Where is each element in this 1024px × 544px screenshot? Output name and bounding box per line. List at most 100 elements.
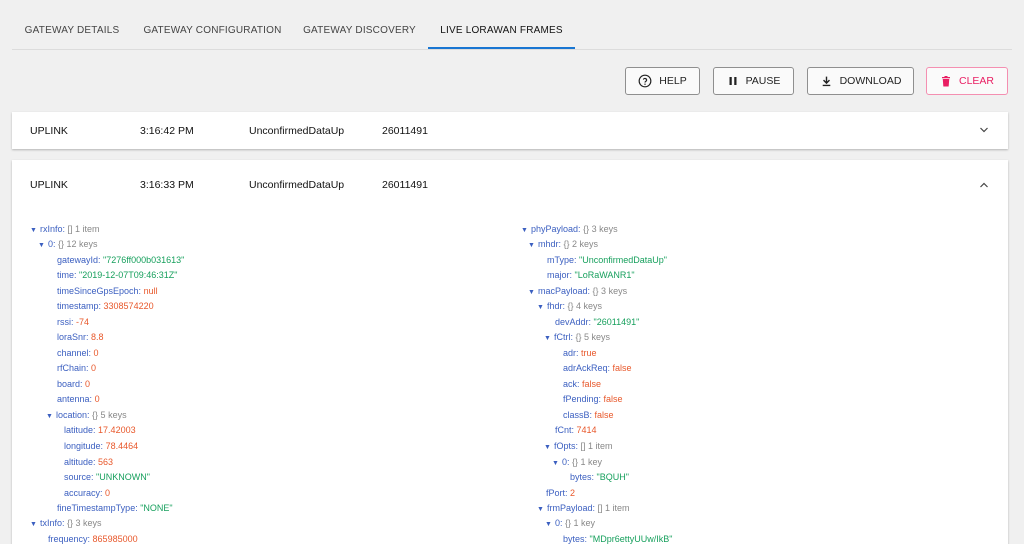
tree-value: 17.42003 [98, 425, 136, 435]
expand-icon[interactable]: ▼ [544, 333, 554, 345]
tree-node[interactable]: ▼ rxInfo: [] 1 item [30, 223, 100, 235]
tab-live-lorawan-frames[interactable]: LIVE LORAWAN FRAMES [428, 0, 575, 49]
pause-label: PAUSE [745, 75, 781, 87]
help-icon [638, 74, 652, 88]
tree-node[interactable]: ▼ 0: {} 1 key [545, 517, 595, 529]
tree-leaf: channel: 0 [57, 347, 99, 359]
tree-value: "UNKNOWN" [96, 472, 150, 482]
tree-key: devAddr: [555, 317, 592, 327]
tree-key: altitude: [64, 457, 96, 467]
tree-leaf: adr: true [563, 347, 597, 359]
tree-node[interactable]: ▼ frmPayload: [] 1 item [537, 502, 630, 514]
frame-header[interactable]: UPLINK 3:16:42 PM UnconfirmedDataUp 2601… [12, 112, 1008, 149]
tree-value: false [603, 394, 623, 404]
expand-icon[interactable]: ▼ [30, 225, 40, 237]
tab-gateway-details[interactable]: GATEWAY DETAILS [12, 0, 132, 49]
tree-key: board: [57, 379, 83, 389]
expand-icon[interactable]: ▼ [38, 240, 48, 252]
expand-icon[interactable]: ▼ [528, 240, 538, 252]
pause-button[interactable]: PAUSE [713, 67, 794, 95]
tree-key: gatewayId: [57, 255, 101, 265]
tree-leaf: ack: false [563, 378, 601, 390]
tree-meta: {} 1 key [565, 518, 596, 528]
tree-value: false [594, 410, 614, 420]
expand-icon[interactable]: ▼ [545, 519, 555, 531]
tree-meta: {} 5 keys [575, 332, 611, 342]
tree-key: fCtrl: [554, 332, 573, 342]
expand-icon[interactable]: ▼ [46, 411, 56, 423]
expand-icon[interactable]: ▼ [537, 302, 547, 314]
tree-meta: {} 3 keys [583, 224, 618, 234]
tree-leaf: devAddr: "26011491" [555, 316, 639, 328]
expand-icon[interactable]: ▼ [537, 504, 547, 516]
tree-node[interactable]: ▼ phyPayload: {} 3 keys [521, 223, 618, 235]
tree-value: 0 [91, 363, 97, 373]
chevron-down-icon[interactable] [978, 124, 990, 136]
frame-header[interactable]: UPLINK 3:16:33 PM UnconfirmedDataUp 2601… [12, 160, 1008, 210]
tree-leaf: source: "UNKNOWN" [64, 471, 150, 483]
tree-key: rssi: [57, 317, 74, 327]
tab-gateway-configuration[interactable]: GATEWAY CONFIGURATION [140, 0, 285, 49]
download-button[interactable]: DOWNLOAD [807, 67, 914, 95]
tree-leaf: fPort: 2 [546, 487, 575, 499]
tree-key: macPayload: [538, 286, 591, 296]
tree-key: time: [57, 270, 77, 280]
tree-key: txInfo: [40, 518, 65, 528]
tree-node[interactable]: ▼ fCtrl: {} 5 keys [544, 331, 610, 343]
tree-key: fPort: [546, 488, 568, 498]
tree-value: 0 [85, 379, 91, 389]
tree-key: fhdr: [547, 301, 566, 311]
tree-value: "7276ff000b031613" [103, 255, 185, 265]
tree-key: 0: [562, 457, 570, 467]
tree-leaf: accuracy: 0 [64, 487, 110, 499]
tree-node[interactable]: ▼ fOpts: [] 1 item [544, 440, 613, 452]
tree-key: bytes: [563, 534, 588, 544]
frame-card-expanded: UPLINK 3:16:33 PM UnconfirmedDataUp 2601… [12, 160, 1008, 544]
tree-value: true [581, 348, 597, 358]
tree-value: 8.8 [91, 332, 104, 342]
tree-leaf: fineTimestampType: "NONE" [57, 502, 173, 514]
tree-meta: {} 2 keys [563, 239, 599, 249]
tree-key: ack: [563, 379, 580, 389]
chevron-up-icon[interactable] [978, 179, 990, 191]
tree-key: location: [56, 410, 90, 420]
tree-leaf: mType: "UnconfirmedDataUp" [547, 254, 667, 266]
tree-value: 865985000 [92, 534, 138, 544]
tree-value: "NONE" [140, 503, 173, 513]
frame-type: UnconfirmedDataUp [249, 125, 345, 137]
tab-bar: GATEWAY DETAILS GATEWAY CONFIGURATION GA… [0, 0, 1024, 62]
tree-value: "2019-12-07T09:46:31Z" [79, 270, 178, 280]
help-label: HELP [659, 75, 687, 87]
expand-icon[interactable]: ▼ [552, 458, 562, 470]
tree-node[interactable]: ▼ mhdr: {} 2 keys [528, 238, 598, 250]
tree-leaf: timeSinceGpsEpoch: null [57, 285, 158, 297]
tree-leaf: bytes: "BQUH" [570, 471, 629, 483]
active-tab-indicator [428, 47, 575, 49]
download-icon [822, 76, 830, 86]
tree-value: "BQUH" [596, 472, 629, 482]
tree-node[interactable]: ▼ location: {} 5 keys [46, 409, 127, 421]
tree-key: rfChain: [57, 363, 89, 373]
tree-leaf: adrAckReq: false [563, 362, 632, 374]
tree-value: "MDpr6ettyUUw/IkB" [589, 534, 673, 544]
download-label: DOWNLOAD [839, 75, 902, 87]
tree-value: "LoRaWANR1" [574, 270, 635, 280]
frame-time: 3:16:33 PM [140, 179, 194, 191]
expand-icon[interactable]: ▼ [528, 287, 538, 299]
tree-key: accuracy: [64, 488, 103, 498]
expand-icon[interactable]: ▼ [544, 442, 554, 454]
tree-key: fineTimestampType: [57, 503, 138, 513]
tree-key: timestamp: [57, 301, 102, 311]
tab-gateway-discovery[interactable]: GATEWAY DISCOVERY [296, 0, 423, 49]
tree-node[interactable]: ▼ txInfo: {} 3 keys [30, 517, 102, 529]
tree-node[interactable]: ▼ 0: {} 1 key [552, 456, 602, 468]
clear-button[interactable]: CLEAR [926, 67, 1008, 95]
expand-icon[interactable]: ▼ [30, 519, 40, 531]
expand-icon[interactable]: ▼ [521, 225, 531, 237]
tree-meta: {} 12 keys [58, 239, 98, 249]
tree-node[interactable]: ▼ macPayload: {} 3 keys [528, 285, 627, 297]
help-button[interactable]: HELP [625, 67, 700, 95]
tree-meta: [] 1 item [597, 503, 630, 513]
tree-node[interactable]: ▼ fhdr: {} 4 keys [537, 300, 602, 312]
tree-node[interactable]: ▼ 0: {} 12 keys [38, 238, 98, 250]
